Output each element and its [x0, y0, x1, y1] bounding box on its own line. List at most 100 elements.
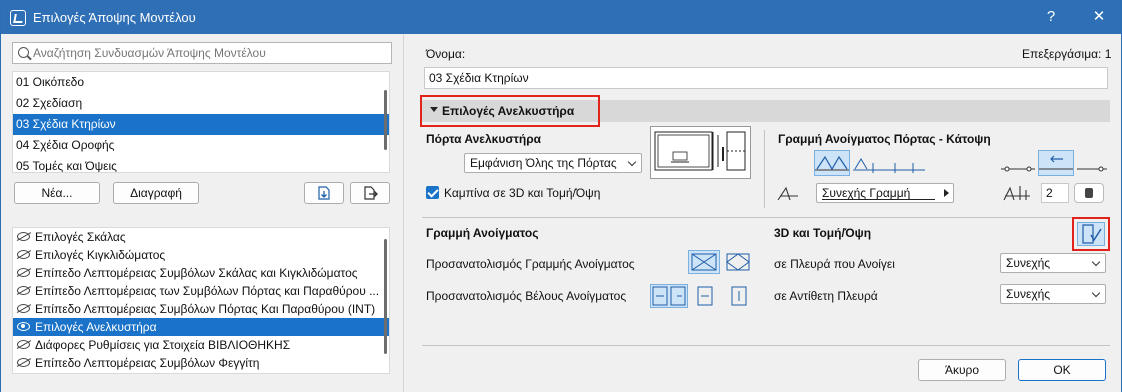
orientation-option-2[interactable] [724, 250, 752, 274]
list-item[interactable]: Επίπεδο Λεπτομέρειας Συμβόλων Φεγγίτη [13, 354, 389, 372]
list-item-label: Επιλογές Ανελκυστήρα [35, 320, 157, 334]
delete-button[interactable]: Διαγραφή [113, 182, 199, 204]
close-button[interactable]: ✕ [1089, 7, 1109, 27]
export-icon [364, 186, 378, 200]
opposite-side-value: Συνεχής [1006, 287, 1051, 301]
arrow-option-3[interactable] [730, 284, 748, 308]
name-label: Όνομα: [426, 47, 466, 61]
visibility-off-icon[interactable] [17, 232, 30, 241]
divider [422, 345, 1110, 346]
door-section-icon [1082, 224, 1102, 244]
list-item-selected[interactable]: 03 Σχέδια Κτηρίων [13, 114, 389, 135]
cancel-button[interactable]: Άκυρο [918, 359, 1006, 381]
double-swing-icon [815, 155, 849, 171]
list-item[interactable]: Επίπεδο Λεπτομέρειας των Συμβόλων Πόρτας… [13, 282, 389, 300]
arrow-orientation-label: Προσανατολισμός Βέλους Ανοίγματος [426, 289, 627, 303]
orientation-icon [691, 253, 717, 271]
list-item[interactable]: 05 Τομές και Όψεις [13, 156, 389, 172]
line-style-icon [1001, 166, 1035, 172]
open-side-label: σε Πλευρά που Ανοίγει [774, 257, 895, 271]
door-opening-line-heading: Γραμμή Ανοίγματος Πόρτας - Κάτοψη [778, 132, 991, 146]
line-sample [822, 199, 935, 200]
swing-style-buttons[interactable] [852, 150, 925, 176]
visibility-on-icon[interactable] [17, 322, 30, 331]
pen-icon [1003, 186, 1030, 201]
divider [422, 217, 1110, 218]
orientation-option-1[interactable] [688, 250, 720, 274]
arrow-option-1[interactable] [650, 284, 688, 308]
list-item[interactable]: Επίπεδο Λεπτομέρειας Συμβόλων Σκάλας και… [13, 264, 389, 282]
door-display-dropdown[interactable]: Εμφάνιση Όλης της Πόρτας [464, 153, 642, 173]
help-button[interactable]: ? [1041, 8, 1061, 28]
visibility-off-icon[interactable] [17, 304, 30, 313]
door-preview-icon [654, 131, 746, 171]
line-type-icon [777, 186, 798, 201]
list-item[interactable]: Διάφορες Ρυθμίσεις για Στοιχεία ΒΙΒΛΙΟΘΗ… [13, 336, 389, 354]
right-panel: Όνομα: Επεξεργάσιμα: 1 03 Σχέδια Κτηρίων… [403, 34, 1121, 392]
open-side-value: Συνεχής [1006, 256, 1051, 270]
search-input[interactable] [33, 45, 388, 61]
list-item-label: Επιλογές Κιγκλιδώματος [35, 248, 166, 262]
ok-button[interactable]: OK [1018, 359, 1106, 381]
line-style-center-button[interactable] [1038, 150, 1074, 176]
cabin-3d-checkbox[interactable] [426, 186, 439, 199]
open-side-dropdown[interactable]: Συνεχής [1000, 253, 1106, 273]
arrow-option-2[interactable] [696, 284, 714, 308]
list-item[interactable]: 04 Σχέδια Οροφής [13, 135, 389, 156]
pen-swatch [1085, 188, 1093, 198]
line-type-dropdown[interactable]: Συνεχής Γραμμή [816, 183, 954, 203]
orientation-label: Προσανατολισμός Γραμμής Ανοίγματος [426, 257, 635, 271]
name-field[interactable]: 03 Σχέδια Κτηρίων [424, 67, 1108, 89]
list-item-label: Επιλογές Σκάλας [35, 230, 126, 244]
import-button[interactable] [304, 182, 344, 204]
left-panel: 01 Οικόπεδο 02 Σχεδίαση 03 Σχέδια Κτηρίω… [1, 34, 403, 392]
chevron-down-icon [1091, 257, 1101, 267]
pen-color-button[interactable] [1074, 183, 1104, 203]
search-box[interactable] [12, 42, 392, 64]
window-title: Επιλογές Άποψης Μοντέλου [33, 10, 196, 25]
list-item[interactable]: 02 Σχεδίαση [13, 93, 389, 114]
opposite-side-label: σε Αντίθετη Πλευρά [774, 289, 878, 303]
divider [764, 130, 765, 208]
arrow-direction-icon [697, 286, 713, 306]
orientation-icon [726, 253, 750, 271]
line-style-right-button[interactable] [1076, 150, 1108, 176]
list-item-label: Επίπεδο Λεπτομέρειας Συμβόλων Φεγγίτη [35, 356, 260, 370]
visibility-off-icon[interactable] [17, 286, 30, 295]
line-style-left-button[interactable] [1000, 150, 1036, 176]
list-item-label: Επίπεδο Λεπτομέρειας Συμβόλων Πόρτας Και… [35, 302, 376, 316]
arrow-right-icon [944, 189, 949, 197]
pen-number-field[interactable]: 2 [1041, 183, 1069, 203]
visibility-off-icon[interactable] [17, 250, 30, 259]
list-item[interactable]: Επιλογές Κιγκλιδώματος [13, 246, 389, 264]
visibility-off-icon[interactable] [17, 358, 30, 367]
line-style-icon [1077, 166, 1107, 172]
door-display-value: Εμφάνιση Όλης της Πόρτας [470, 156, 617, 170]
line-type-value: Συνεχής Γραμμή [822, 186, 911, 200]
import-icon [318, 186, 330, 200]
section-3d-heading: 3D και Τομή/Όψη [774, 226, 872, 240]
search-icon [18, 47, 29, 58]
new-button[interactable]: Νέα... [14, 182, 100, 204]
list-item[interactable]: 01 Οικόπεδο [13, 72, 389, 93]
edit-status: Επεξεργάσιμα: 1 [1022, 47, 1112, 61]
double-swing-button[interactable] [814, 150, 850, 176]
list-item[interactable]: Επίπεδο Λεπτομέρειας Συμβόλων Πόρτας Και… [13, 300, 389, 318]
list-item-selected[interactable]: Επιλογές Ανελκυστήρα [13, 318, 389, 336]
opening-line-heading: Γραμμή Ανοίγματος [426, 226, 539, 240]
app-icon [10, 10, 26, 26]
arrow-direction-icon [731, 286, 747, 306]
arrow-direction-icon [652, 286, 686, 306]
visibility-off-icon[interactable] [17, 340, 30, 349]
section-3d-settings-button[interactable] [1077, 222, 1105, 246]
highlight-box [420, 95, 600, 127]
visibility-off-icon[interactable] [17, 268, 30, 277]
opposite-side-dropdown[interactable]: Συνεχής [1000, 284, 1106, 304]
export-button[interactable] [350, 182, 390, 204]
list-item-label: Επίπεδο Λεπτομέρειας Συμβόλων Σκάλας και… [35, 266, 358, 280]
scrollbar-thumb[interactable] [384, 239, 387, 354]
scrollbar-thumb[interactable] [384, 90, 387, 150]
list-item[interactable]: Επιλογές Σκάλας [13, 228, 389, 246]
list-item-label: Διάφορες Ρυθμίσεις για Στοιχεία ΒΙΒΛΙΟΘΗ… [35, 338, 291, 352]
elevator-door-heading: Πόρτα Ανελκυστήρα [426, 132, 542, 146]
